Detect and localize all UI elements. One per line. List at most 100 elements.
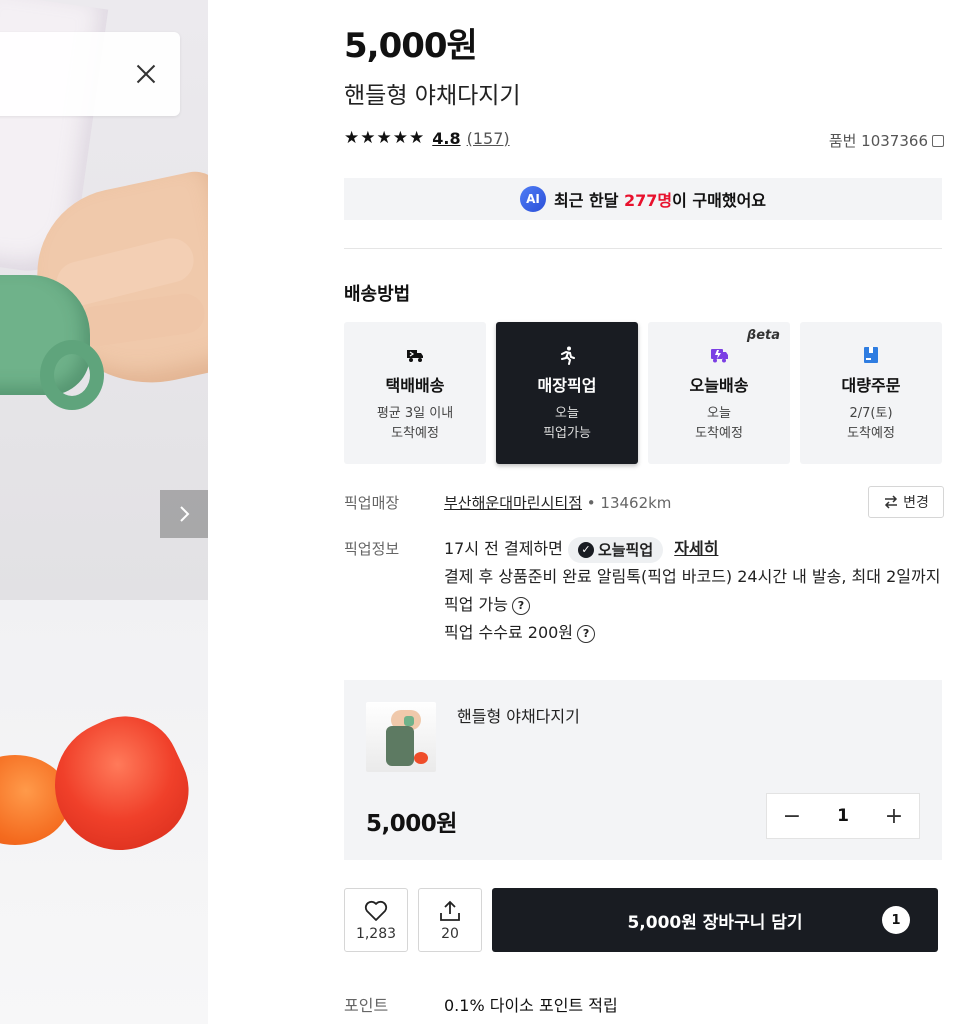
running-person-icon: [556, 344, 578, 366]
ai-banner-count: 277명: [624, 191, 673, 210]
beta-badge: βeta: [746, 328, 780, 343]
heart-icon: [364, 900, 388, 921]
desc-line: 평균 3일 이내: [376, 406, 454, 421]
thumb-pepper: [414, 752, 428, 764]
selected-item-price: 5,000원: [366, 811, 457, 837]
truck-icon: [404, 344, 426, 366]
close-icon[interactable]: [130, 58, 162, 90]
change-store-button[interactable]: 변경: [868, 486, 944, 518]
swap-icon: [885, 495, 898, 509]
item-thumbnail: [366, 702, 436, 772]
selected-item-box: 핸들형 야채다지기 5,000원 − 1 +: [344, 680, 942, 860]
selected-item-name: 핸들형 야채다지기: [457, 707, 580, 726]
product-price: 5,000원: [344, 26, 478, 66]
share-count: 20: [441, 925, 459, 942]
pickup-fee-line: 픽업 수수료 200원?: [444, 619, 942, 647]
review-count-link[interactable]: (157): [467, 129, 510, 148]
shipping-options: 택배배송 평균 3일 이내도착예정 매장픽업 오늘픽업가능 βeta 오늘배송 …: [344, 322, 942, 464]
product-title: 핸들형 야채다지기: [344, 83, 521, 109]
rating-value[interactable]: 4.8: [432, 129, 460, 148]
today-pickup-badge: ✓ 오늘픽업: [567, 536, 664, 563]
desc-line: 오늘: [555, 406, 579, 421]
divider: [344, 248, 942, 249]
quantity-minus-button[interactable]: −: [767, 794, 817, 838]
store-distance: 13462km: [600, 494, 672, 512]
star-icon: ★: [376, 128, 392, 148]
pickup-info-label: 픽업정보: [344, 540, 400, 558]
desc-line: 도착예정: [847, 426, 895, 441]
star-icon: ★: [409, 128, 425, 148]
point-value: 0.1% 다이소 포인트 적립: [444, 996, 618, 1015]
pickup-store-link[interactable]: 부산해운대마린시티점: [444, 494, 582, 512]
shipping-option-today[interactable]: βeta 오늘배송 오늘도착예정: [648, 322, 790, 464]
shipping-option-name: 택배배송: [385, 376, 445, 395]
pickup-info-prefix: 17시 전 결제하면: [444, 539, 563, 558]
shipping-option-parcel[interactable]: 택배배송 평균 3일 이내도착예정: [344, 322, 486, 464]
ai-banner-suffix: 이 구매했어요: [672, 191, 767, 210]
pickup-info-line2: 결제 후 상품준비 완료 알림톡(픽업 바코드) 24시간 내 발송, 최대 2…: [444, 563, 942, 619]
copy-icon[interactable]: [932, 134, 944, 147]
thumb-tool: [404, 716, 414, 726]
store-separator: •: [582, 494, 601, 512]
shipping-option-name: 대량주문: [841, 376, 901, 395]
chevron-right-icon: [180, 506, 190, 522]
quantity-value[interactable]: 1: [837, 806, 849, 826]
fast-delivery-icon: [708, 344, 730, 366]
ai-banner-text: 최근 한달 277명이 구매했어요: [554, 187, 766, 211]
star-rating: ★ ★ ★ ★ ★: [344, 128, 424, 148]
star-icon: ★: [360, 128, 376, 148]
share-icon: [440, 900, 460, 921]
quantity-plus-button[interactable]: +: [869, 794, 919, 838]
product-sku: 품번 1037366: [829, 130, 944, 151]
today-pickup-badge-label: 오늘픽업: [597, 540, 654, 559]
ai-badge-icon: AI: [519, 186, 546, 212]
shipping-option-name: 매장픽업: [537, 376, 597, 395]
help-icon[interactable]: ?: [577, 624, 596, 643]
pickup-store-label: 픽업매장: [344, 494, 400, 512]
point-row: 포인트 0.1% 다이소 포인트 적립: [344, 992, 618, 1016]
shipping-option-desc: 평균 3일 이내도착예정: [377, 404, 453, 444]
shipping-option-store-pickup[interactable]: 매장픽업 오늘픽업가능: [496, 322, 638, 464]
shipping-option-bulk[interactable]: 대량주문 2/7(토) 도착예정: [800, 322, 942, 464]
shipping-option-name: 오늘배송: [689, 376, 749, 395]
pickup-fee: 픽업 수수료 200원: [444, 623, 574, 642]
shipping-option-desc: 오늘도착예정: [695, 404, 743, 444]
ai-purchase-banner: AI 최근 한달 277명이 구매했어요: [344, 178, 942, 220]
quantity-stepper: − 1 +: [766, 793, 920, 839]
image-chopper-ring: [40, 340, 104, 410]
pickup-detail-link[interactable]: 자세히: [674, 539, 718, 558]
rating-row: ★ ★ ★ ★ ★ 4.8 (157): [344, 128, 510, 148]
shipping-option-desc: 오늘픽업가능: [543, 404, 591, 444]
help-icon[interactable]: ?: [511, 596, 530, 615]
like-count: 1,283: [355, 925, 397, 942]
next-image-button[interactable]: [160, 490, 208, 538]
desc-line: 도착예정: [695, 426, 743, 441]
share-button[interactable]: 20: [418, 888, 482, 952]
desc-line: 2/7(토): [849, 406, 893, 421]
star-icon: ★: [344, 128, 360, 148]
shipping-option-desc: 2/7(토) 도착예정: [847, 404, 895, 444]
desc-line: 픽업가능: [543, 426, 591, 441]
check-icon: ✓: [577, 541, 594, 558]
shipping-method-heading: 배송방법: [344, 284, 411, 305]
like-button[interactable]: 1,283: [344, 888, 408, 952]
pickup-info-row: 픽업정보: [344, 538, 444, 559]
product-image: [0, 0, 208, 1024]
box-icon: [860, 344, 882, 366]
pickup-info-block: 17시 전 결제하면 ✓ 오늘픽업 자세히 결제 후 상품준비 완료 알림톡(픽업…: [444, 535, 942, 647]
point-label: 포인트: [344, 996, 389, 1015]
desc-line: 도착예정: [391, 426, 439, 441]
desc-line: 오늘: [707, 406, 731, 421]
ai-banner-prefix: 최근 한달: [553, 191, 624, 210]
add-to-cart-button[interactable]: 5,000원 장바구니 담기 1: [492, 888, 938, 952]
cart-count-badge: 1: [882, 906, 910, 934]
thumb-jar: [386, 726, 414, 766]
pickup-store-value: 부산해운대마린시티점 • 13462km: [444, 492, 671, 513]
sku-text: 품번 1037366: [828, 132, 928, 150]
pickup-info-line1: 17시 전 결제하면 ✓ 오늘픽업 자세히: [444, 535, 942, 563]
add-to-cart-label: 5,000원 장바구니 담기: [627, 912, 803, 933]
pickup-store-row: 픽업매장 부산해운대마린시티점 • 13462km: [344, 492, 671, 513]
action-bar: 1,283 20 5,000원 장바구니 담기 1: [344, 888, 938, 952]
star-icon: ★: [392, 128, 408, 148]
change-store-label: 변경: [903, 495, 929, 511]
